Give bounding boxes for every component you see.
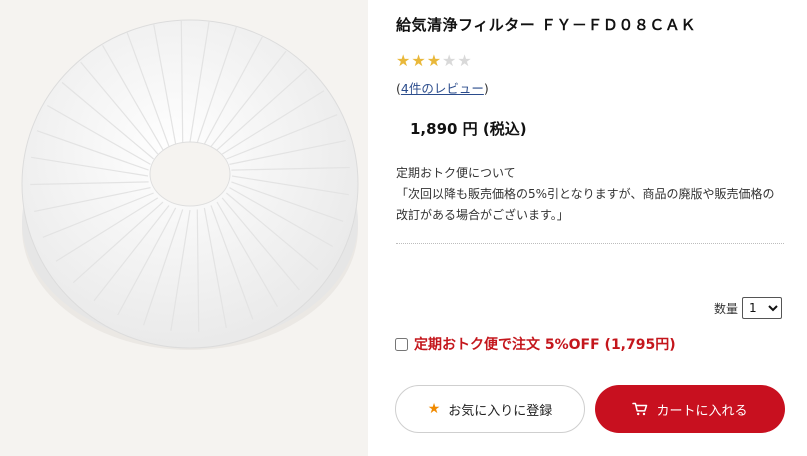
subscription-note-heading: 定期おトク便について bbox=[396, 166, 516, 180]
review-link-text[interactable]: 4件のレビュー bbox=[401, 81, 484, 96]
favorites-button-label: お気に入りに登録 bbox=[448, 403, 553, 419]
review-link-close: ) bbox=[483, 81, 489, 96]
cart-icon bbox=[632, 402, 648, 416]
product-image-pane bbox=[0, 0, 368, 456]
quantity-label: 数量 bbox=[714, 301, 739, 316]
review-link[interactable]: (4件のレビュー) bbox=[396, 78, 489, 97]
subscription-note-body: 「次回以降も販売価格の5%引となりますが、商品の廃版や販売価格の改訂がある場合が… bbox=[396, 187, 775, 222]
star-icon: ★ bbox=[427, 401, 441, 417]
star-filled-icon: ★ bbox=[411, 51, 426, 70]
star-empty-icon: ★ bbox=[457, 51, 472, 70]
rating-stars: ★ ★ ★ ★ ★ bbox=[396, 53, 472, 69]
subscribe-label[interactable]: 定期おトク便で注文 5%OFF (1,795円) bbox=[414, 334, 676, 354]
quantity-control: 数量 1 bbox=[714, 297, 783, 319]
subscribe-option[interactable]: 定期おトク便で注文 5%OFF (1,795円) bbox=[395, 334, 676, 354]
divider bbox=[396, 243, 784, 244]
subscribe-checkbox[interactable] bbox=[395, 337, 408, 351]
add-to-cart-button[interactable]: カートに入れる bbox=[595, 385, 785, 433]
add-to-favorites-button[interactable]: ★ お気に入りに登録 bbox=[395, 385, 585, 433]
cart-button-label: カートに入れる bbox=[656, 403, 748, 419]
star-filled-icon: ★ bbox=[396, 51, 411, 70]
subscription-note: 定期おトク便について 「次回以降も販売価格の5%引となりますが、商品の廃版や販売… bbox=[396, 163, 786, 226]
product-price: 1,890 円 (税込) bbox=[410, 120, 527, 138]
product-title: 給気清浄フィルター ＦＹ－ＦＤ０８ＣＡＫ bbox=[396, 16, 696, 34]
star-filled-icon: ★ bbox=[426, 51, 442, 70]
product-image bbox=[21, 19, 359, 350]
quantity-select[interactable]: 1 bbox=[742, 297, 783, 319]
star-empty-icon: ★ bbox=[442, 51, 457, 70]
